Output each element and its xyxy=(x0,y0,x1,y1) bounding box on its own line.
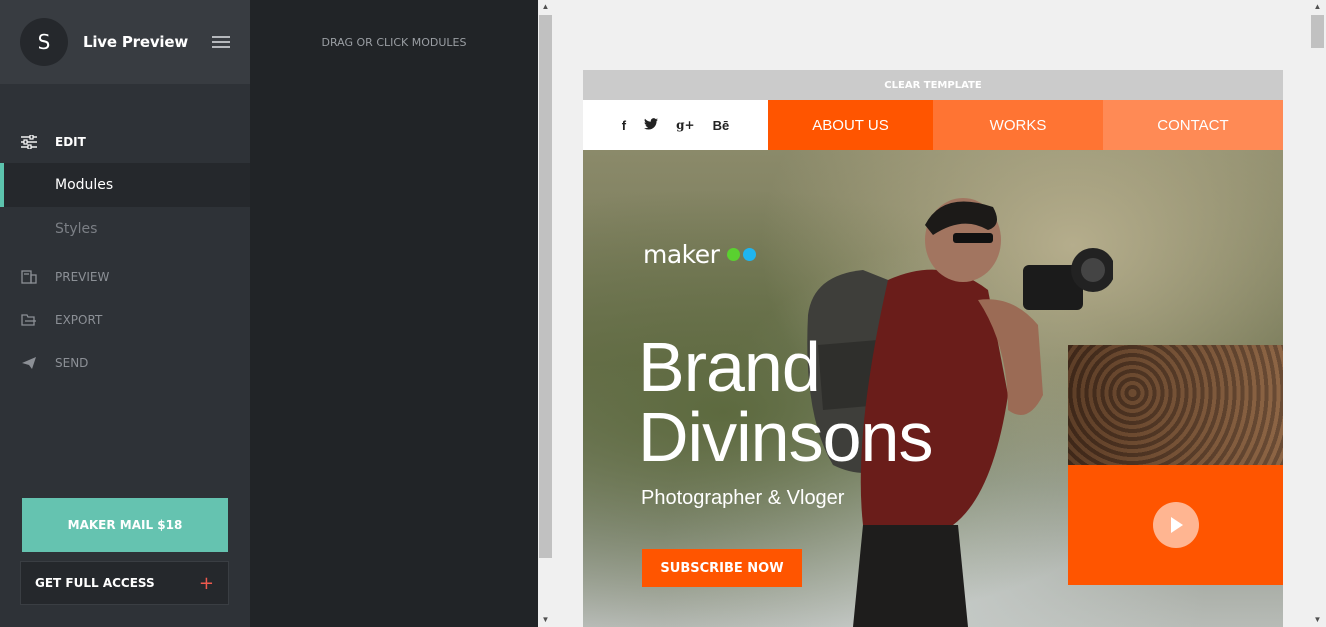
clear-template-button[interactable]: CLEAR TEMPLATE xyxy=(583,70,1283,100)
google-plus-icon[interactable]: g+ xyxy=(676,118,694,132)
plus-icon: + xyxy=(198,572,214,594)
template-canvas: CLEAR TEMPLATE f g+ Bē ABOUT US WORKS CO… xyxy=(553,0,1309,627)
nav-preview-label: PREVIEW xyxy=(55,269,110,284)
scroll-up-icon[interactable]: ▲ xyxy=(538,0,553,12)
sliders-icon xyxy=(20,134,38,150)
nav-send-label: SEND xyxy=(55,355,89,370)
social-links: f g+ Bē xyxy=(583,100,768,150)
modules-heading: DRAG OR CLICK MODULES xyxy=(321,36,467,49)
play-icon[interactable] xyxy=(1152,502,1199,548)
sidebar-header: S Live Preview xyxy=(0,0,250,84)
headline-line-2: Divinsons xyxy=(638,398,933,476)
nav-edit-label: EDIT xyxy=(55,134,86,149)
nav-contact[interactable]: CONTACT xyxy=(1103,100,1283,150)
subscribe-now-button[interactable]: SUBSCRIBE NOW xyxy=(642,549,802,587)
modules-panel: DRAG OR CLICK MODULES xyxy=(250,0,538,627)
avatar[interactable]: S xyxy=(20,18,68,66)
sidebar: S Live Preview EDIT Modules Styles PREVI… xyxy=(0,0,250,627)
nav-export[interactable]: EXPORT xyxy=(0,298,250,341)
menu-icon[interactable] xyxy=(212,36,230,48)
logo-dot-blue xyxy=(743,248,757,261)
modules-scrollbar[interactable]: ▲ ▼ xyxy=(538,0,553,627)
email-template: CLEAR TEMPLATE f g+ Bē ABOUT US WORKS CO… xyxy=(583,70,1283,627)
template-topnav: f g+ Bē ABOUT US WORKS CONTACT xyxy=(583,100,1283,150)
video-play-area[interactable] xyxy=(1068,465,1283,585)
video-thumbnail xyxy=(1068,345,1283,465)
hero-section[interactable]: maker Brand Divinsons Photographer & Vlo… xyxy=(583,150,1283,627)
nav-works[interactable]: WORKS xyxy=(933,100,1103,150)
sub-item-styles[interactable]: Styles xyxy=(0,207,250,251)
logo-dot-green xyxy=(727,248,741,261)
export-icon xyxy=(20,312,38,328)
modules-scroll-thumb[interactable] xyxy=(539,15,552,558)
maker-logo: maker xyxy=(643,240,757,269)
canvas-scrollbar[interactable]: ▲ ▼ xyxy=(1309,0,1326,627)
send-icon xyxy=(20,355,38,371)
hero-subheadline: Photographer & Vloger xyxy=(641,487,845,509)
hero-headline: Brand Divinsons xyxy=(638,328,933,476)
canvas-scroll-down-icon[interactable]: ▼ xyxy=(1310,613,1325,625)
nav-send[interactable]: SEND xyxy=(0,341,250,384)
canvas-scroll-thumb[interactable] xyxy=(1311,15,1324,48)
twitter-icon[interactable] xyxy=(644,117,659,133)
nav-edit[interactable]: EDIT xyxy=(0,120,250,163)
scroll-down-icon[interactable]: ▼ xyxy=(538,613,553,625)
get-full-access-label: GET FULL ACCESS xyxy=(35,576,155,590)
nav-about-us[interactable]: ABOUT US xyxy=(768,100,933,150)
nav-export-label: EXPORT xyxy=(55,312,103,327)
maker-mail-button[interactable]: MAKER MAIL $18 xyxy=(22,498,228,552)
facebook-icon[interactable]: f xyxy=(622,118,626,133)
logo-text: maker xyxy=(643,240,720,269)
app-title: Live Preview xyxy=(83,33,188,51)
canvas-scroll-up-icon[interactable]: ▲ xyxy=(1310,0,1325,12)
preview-icon xyxy=(20,269,38,285)
nav-preview[interactable]: PREVIEW xyxy=(0,255,250,298)
headline-line-1: Brand xyxy=(638,328,821,406)
sub-item-modules[interactable]: Modules xyxy=(0,163,250,207)
video-card[interactable] xyxy=(1068,345,1283,585)
get-full-access-button[interactable]: GET FULL ACCESS + xyxy=(20,561,229,605)
behance-icon[interactable]: Bē xyxy=(713,118,730,133)
